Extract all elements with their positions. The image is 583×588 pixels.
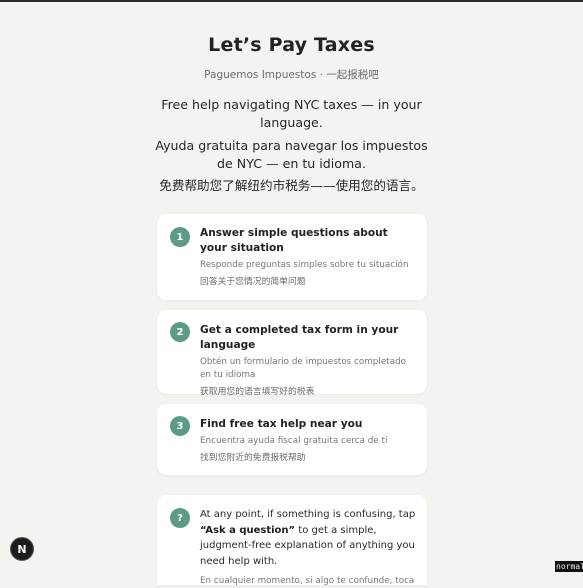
intro-chinese: 免费帮助您了解纽约市税务——使用您的语言。 bbox=[159, 178, 424, 193]
step-spanish: Responde preguntas simples sobre tu situ… bbox=[200, 260, 409, 270]
step-spanish: Obtén un formulario de impuestos complet… bbox=[200, 357, 407, 380]
step-number-badge: 2 bbox=[170, 322, 190, 342]
step-chinese: 回答关于您情况的简单问题 bbox=[200, 277, 306, 287]
ask-question-instructions: At any point, if something is confusing,… bbox=[200, 509, 416, 567]
question-badge: ? bbox=[170, 508, 190, 528]
top-border bbox=[0, 0, 583, 2]
intro-english: Free help navigating NYC taxes — in your… bbox=[161, 97, 422, 130]
step-chinese: 获取用您的语言填写好的税表 bbox=[200, 387, 315, 397]
page-subtitle: Paguemos Impuestos · 一起报税吧 bbox=[204, 69, 379, 81]
step-title: Get a completed tax form in your languag… bbox=[200, 324, 399, 351]
ask-question-spanish: En cualquier momento, si algo te confund… bbox=[200, 576, 415, 586]
intro-spanish: Ayuda gratuita para navegar los impuesto… bbox=[155, 138, 428, 171]
mode-indicator: normal bbox=[555, 561, 583, 572]
page-header: Let’s Pay Taxes Paguemos Impuestos · 一起报… bbox=[0, 34, 583, 82]
floating-action-button[interactable]: N bbox=[10, 537, 34, 561]
step-chinese: 找到您附近的免费报税帮助 bbox=[200, 453, 306, 463]
page-title: Let’s Pay Taxes bbox=[208, 34, 375, 56]
intro-block: Free help navigating NYC taxes — in your… bbox=[150, 96, 433, 195]
ask-question-label: “Ask a question” bbox=[200, 524, 296, 536]
ask-question-card: ? At any point, if something is confusin… bbox=[157, 495, 427, 586]
step-spanish: Encuentra ayuda fiscal gratuita cerca de… bbox=[200, 436, 388, 446]
step-card-2: 2 Get a completed tax form in your langu… bbox=[157, 310, 427, 397]
step-title: Find free tax help near you bbox=[200, 418, 363, 430]
step-card-1: 1 Answer simple questions about your sit… bbox=[157, 214, 427, 300]
step-number-badge: 3 bbox=[170, 416, 190, 436]
step-card-3: 3 Find free tax help near you Encuentra … bbox=[157, 404, 427, 475]
step-title: Answer simple questions about your situa… bbox=[200, 227, 388, 254]
step-number-badge: 1 bbox=[170, 227, 190, 247]
